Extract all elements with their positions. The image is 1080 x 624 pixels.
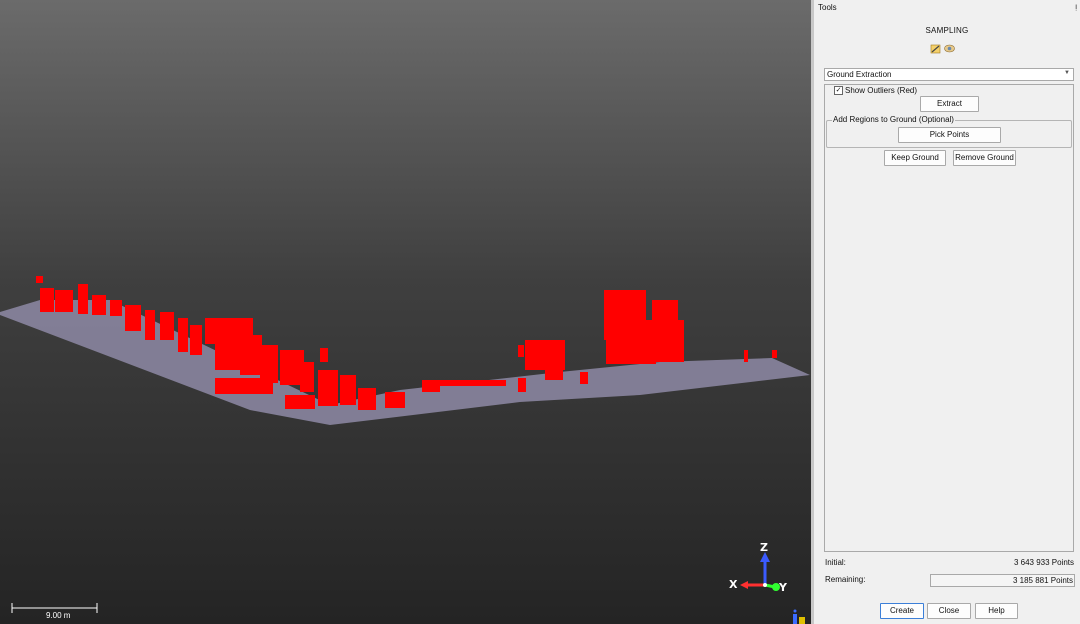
pick-points-button[interactable]: Pick Points xyxy=(898,127,1001,143)
keep-ground-button[interactable]: Keep Ground xyxy=(884,150,946,166)
pencil-icon[interactable] xyxy=(930,43,941,54)
point-cloud-scene xyxy=(0,276,810,624)
remaining-value: 3 185 881 Points xyxy=(1012,576,1073,585)
checkbox-check-icon[interactable]: ✓ xyxy=(834,86,843,95)
remaining-label: Remaining: xyxy=(825,575,866,584)
create-button[interactable]: Create xyxy=(880,603,924,619)
panel-title: Tools xyxy=(818,3,837,12)
tool-icons xyxy=(930,43,955,54)
mode-select-value: Ground Extraction xyxy=(827,70,892,79)
regions-group-label: Add Regions to Ground (Optional) xyxy=(832,115,955,124)
scale-label: 9.00 m xyxy=(46,611,71,620)
axis-y-label: Y xyxy=(779,581,787,594)
3d-viewport[interactable]: Z X Y 9.00 m xyxy=(0,0,811,624)
help-button[interactable]: Help xyxy=(975,603,1018,619)
options-group xyxy=(824,84,1074,552)
show-outliers-label: Show Outliers (Red) xyxy=(845,86,918,95)
remove-ground-button[interactable]: Remove Ground xyxy=(953,150,1016,166)
axis-gizmo[interactable] xyxy=(740,552,780,591)
axis-z-label: Z xyxy=(760,541,768,554)
info-lock-icon[interactable] xyxy=(793,609,805,624)
pin-icon[interactable]: ᴉ xyxy=(1075,2,1077,11)
section-title: SAMPLING xyxy=(925,26,969,35)
initial-label: Initial: xyxy=(825,558,846,567)
close-button[interactable]: Close xyxy=(927,603,971,619)
axis-x-label: X xyxy=(729,578,738,591)
tools-panel: Tools ᴉ SAMPLING Ground Extraction ▼ ✓ S… xyxy=(814,0,1080,624)
initial-value: 3 643 933 Points xyxy=(1013,558,1074,567)
show-outliers-checkbox[interactable]: ✓ Show Outliers (Red) xyxy=(834,86,917,95)
extract-button[interactable]: Extract xyxy=(920,96,979,112)
eye-icon[interactable] xyxy=(944,43,955,54)
chevron-down-icon: ▼ xyxy=(1064,70,1070,76)
mode-select[interactable]: Ground Extraction ▼ xyxy=(824,68,1074,81)
